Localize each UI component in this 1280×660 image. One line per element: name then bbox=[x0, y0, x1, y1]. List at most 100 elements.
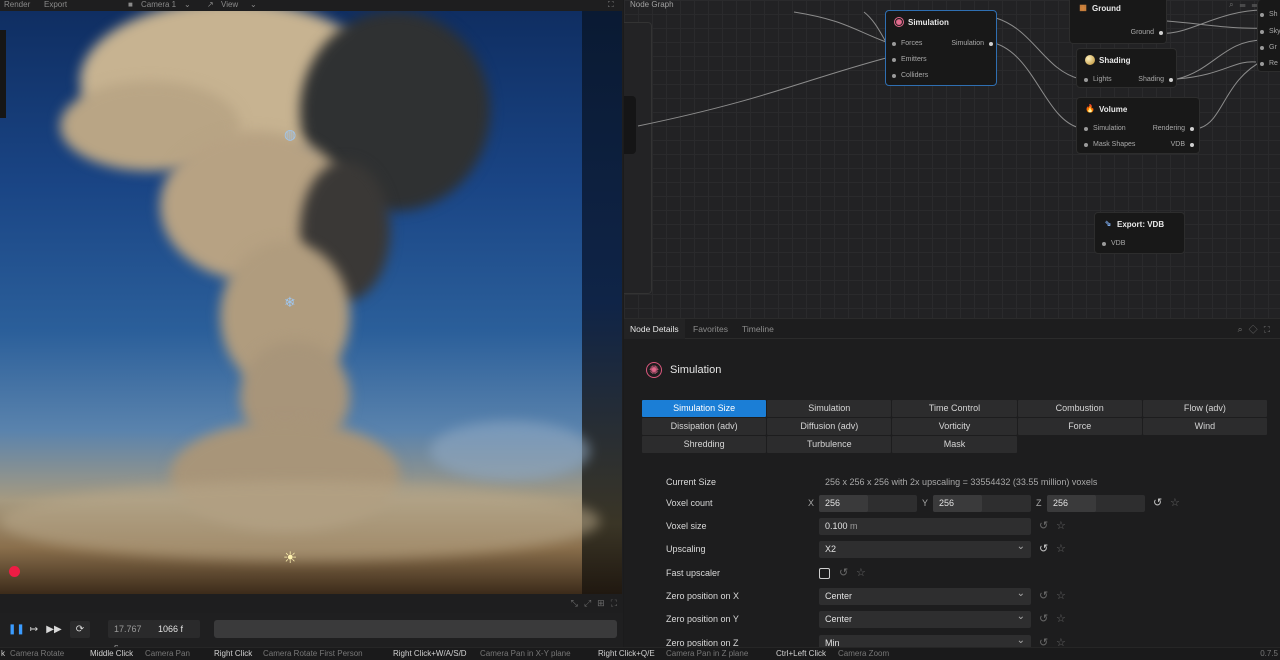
cloud-blob bbox=[430, 421, 590, 481]
reset-icon[interactable]: ↺ bbox=[1039, 590, 1048, 602]
tab-favorites[interactable]: Favorites bbox=[687, 319, 734, 339]
port-partial[interactable]: Sky bbox=[1260, 28, 1280, 36]
port-partial[interactable]: Sh bbox=[1260, 11, 1278, 19]
camera-selector[interactable]: Camera 1 bbox=[141, 0, 176, 9]
reset-icon[interactable]: ↺ bbox=[1039, 613, 1048, 625]
port-rendering-out[interactable]: Rendering bbox=[1153, 125, 1195, 133]
chevron-down-icon[interactable]: ⌄ bbox=[250, 0, 257, 9]
favorite-star-icon[interactable]: ☆ bbox=[1170, 497, 1180, 509]
favorite-star-icon[interactable]: ☆ bbox=[1056, 637, 1066, 647]
favorite-star-icon[interactable]: ☆ bbox=[1056, 543, 1066, 555]
grid-icon[interactable]: ⊞ bbox=[597, 598, 605, 609]
render-menu[interactable]: Render bbox=[4, 0, 30, 9]
port-vdb-in[interactable]: VDB bbox=[1101, 240, 1125, 248]
port-simulation-out[interactable]: Simulation bbox=[951, 40, 993, 48]
hint-key: Ctrl+Left Click bbox=[776, 649, 827, 658]
favorite-star-icon[interactable]: ☆ bbox=[1056, 520, 1066, 532]
frame-field[interactable]: 1066 f bbox=[152, 620, 200, 638]
tab-timeline[interactable]: Timeline bbox=[736, 319, 780, 339]
port-mask-shapes[interactable]: Mask Shapes bbox=[1083, 141, 1135, 149]
category-vorticity[interactable]: Vorticity bbox=[892, 418, 1017, 435]
port-simulation-in[interactable]: Simulation bbox=[1084, 125, 1126, 133]
render-view[interactable]: ◍ ❄ ☀ bbox=[0, 11, 622, 594]
wire bbox=[1176, 39, 1265, 80]
reset-icon[interactable]: ↺ bbox=[1039, 543, 1048, 555]
port-colliders[interactable]: Colliders bbox=[891, 72, 928, 80]
fullscreen-icon[interactable]: ⛶ bbox=[611, 598, 617, 609]
hint-action: Camera Pan bbox=[145, 649, 190, 658]
fast-forward-button[interactable]: ▶▶ bbox=[46, 621, 62, 638]
export-vdb-node[interactable]: ⇘ Export: VDB VDB bbox=[1094, 212, 1185, 254]
loop-button[interactable]: ⟳ bbox=[70, 621, 90, 638]
category-force[interactable]: Force bbox=[1017, 418, 1142, 435]
partial-render-node[interactable]: Sh Sky Gr Re bbox=[1257, 0, 1280, 72]
reset-icon[interactable]: ↺ bbox=[1153, 497, 1162, 509]
port-shading-out[interactable]: Shading bbox=[1138, 76, 1173, 84]
category-mask[interactable]: Mask bbox=[892, 436, 1017, 453]
step-forward-button[interactable]: ↦ bbox=[26, 621, 42, 638]
maximize-icon[interactable]: ⛶ bbox=[1264, 324, 1276, 334]
pause-button[interactable]: ❚❚ bbox=[8, 621, 25, 638]
chevron-down-icon[interactable]: ⌄ bbox=[184, 0, 191, 9]
timeline-scrubber[interactable] bbox=[214, 620, 617, 638]
port-partial[interactable]: Gr bbox=[1260, 44, 1277, 52]
zero-y-select[interactable]: Center bbox=[819, 608, 1031, 628]
fast-upscaler-checkbox[interactable] bbox=[819, 568, 830, 579]
upscaling-select[interactable]: X2 bbox=[819, 538, 1031, 558]
hint-action: Camera Rotate First Person bbox=[263, 649, 363, 658]
port-lights[interactable]: Lights bbox=[1084, 76, 1112, 84]
category-wind[interactable]: Wind bbox=[1142, 418, 1267, 435]
node-header: ✺ Simulation bbox=[894, 17, 949, 27]
zero-x-select[interactable]: Center bbox=[819, 585, 1031, 605]
category-dissipation-adv[interactable]: Dissipation (adv) bbox=[642, 418, 767, 435]
export-menu[interactable]: Export bbox=[44, 0, 67, 9]
voxel-count-y-field[interactable]: 256 bbox=[933, 495, 1031, 512]
view-menu[interactable]: View bbox=[221, 0, 238, 9]
category-combustion[interactable]: Combustion bbox=[1017, 400, 1142, 417]
sun-light-icon[interactable]: ☀ bbox=[283, 551, 299, 567]
category-diffusion-adv[interactable]: Diffusion (adv) bbox=[767, 418, 892, 435]
shading-icon bbox=[1085, 55, 1095, 65]
volume-node[interactable]: 🔥 Volume Simulation Mask Shapes Renderin… bbox=[1076, 97, 1200, 154]
node-header: 🔥 Volume bbox=[1085, 104, 1128, 114]
category-flow-adv[interactable]: Flow (adv) bbox=[1142, 400, 1267, 417]
node-graph-panel[interactable]: Node Graph ⌕☰☰⤢ ✺ Simulation Forces Emit… bbox=[624, 0, 1280, 318]
wire bbox=[1199, 59, 1265, 129]
reset-icon[interactable]: ↺ bbox=[1039, 637, 1048, 647]
search-icon[interactable]: ⌕ bbox=[1238, 324, 1249, 334]
voxel-count-x-field[interactable]: 256 bbox=[819, 495, 917, 512]
time-seconds-field[interactable]: 17.767 s bbox=[108, 620, 154, 652]
reset-icon[interactable]: ↺ bbox=[1039, 520, 1048, 532]
category-empty-cell bbox=[1018, 436, 1142, 453]
reset-icon[interactable]: ↺ bbox=[839, 567, 848, 579]
shading-node[interactable]: Shading Lights Shading bbox=[1076, 48, 1177, 88]
expand-icon[interactable]: ⤢ bbox=[584, 598, 591, 609]
prop-zero-y: Zero position on Y Center ↺ ☆ bbox=[666, 608, 1266, 629]
details-toolbar: ⌕◇⛶ bbox=[1238, 324, 1276, 335]
zero-z-select[interactable]: Min bbox=[819, 632, 1031, 647]
category-shredding[interactable]: Shredding bbox=[642, 436, 767, 453]
category-turbulence[interactable]: Turbulence bbox=[767, 436, 892, 453]
category-simulation-size[interactable]: Simulation Size bbox=[642, 400, 767, 417]
maximize-icon[interactable]: ⛶ bbox=[608, 0, 614, 9]
tab-node-details[interactable]: Node Details bbox=[624, 319, 685, 339]
viewport-side-handle[interactable] bbox=[0, 30, 6, 118]
simulation-node[interactable]: ✺ Simulation Forces Emitters Colliders S… bbox=[885, 10, 997, 86]
port-emitters[interactable]: Emitters bbox=[892, 56, 927, 64]
favorite-star-icon[interactable]: ☆ bbox=[1056, 613, 1066, 625]
port-forces[interactable]: Forces bbox=[891, 40, 922, 48]
port-vdb-out[interactable]: VDB bbox=[1171, 141, 1195, 149]
category-time-control[interactable]: Time Control bbox=[892, 400, 1017, 417]
ground-node[interactable]: ▦ Ground Ground bbox=[1069, 0, 1167, 44]
voxel-size-field[interactable]: 0.100 m bbox=[819, 518, 1031, 535]
port-partial[interactable]: Re bbox=[1260, 60, 1278, 68]
favorite-star-icon[interactable]: ☆ bbox=[1056, 590, 1066, 602]
port-ground-out[interactable]: Ground bbox=[1131, 29, 1164, 37]
fit-icon[interactable]: ⤡ bbox=[571, 598, 578, 609]
favorite-star-icon[interactable]: ☆ bbox=[856, 567, 866, 579]
force-gizmo-icon[interactable]: ❄ bbox=[284, 295, 296, 309]
emitter-gizmo-icon[interactable]: ◍ bbox=[284, 127, 296, 141]
diamond-icon[interactable]: ◇ bbox=[1249, 324, 1264, 334]
voxel-count-z-field[interactable]: 256 bbox=[1047, 495, 1145, 512]
category-simulation[interactable]: Simulation bbox=[767, 400, 892, 417]
